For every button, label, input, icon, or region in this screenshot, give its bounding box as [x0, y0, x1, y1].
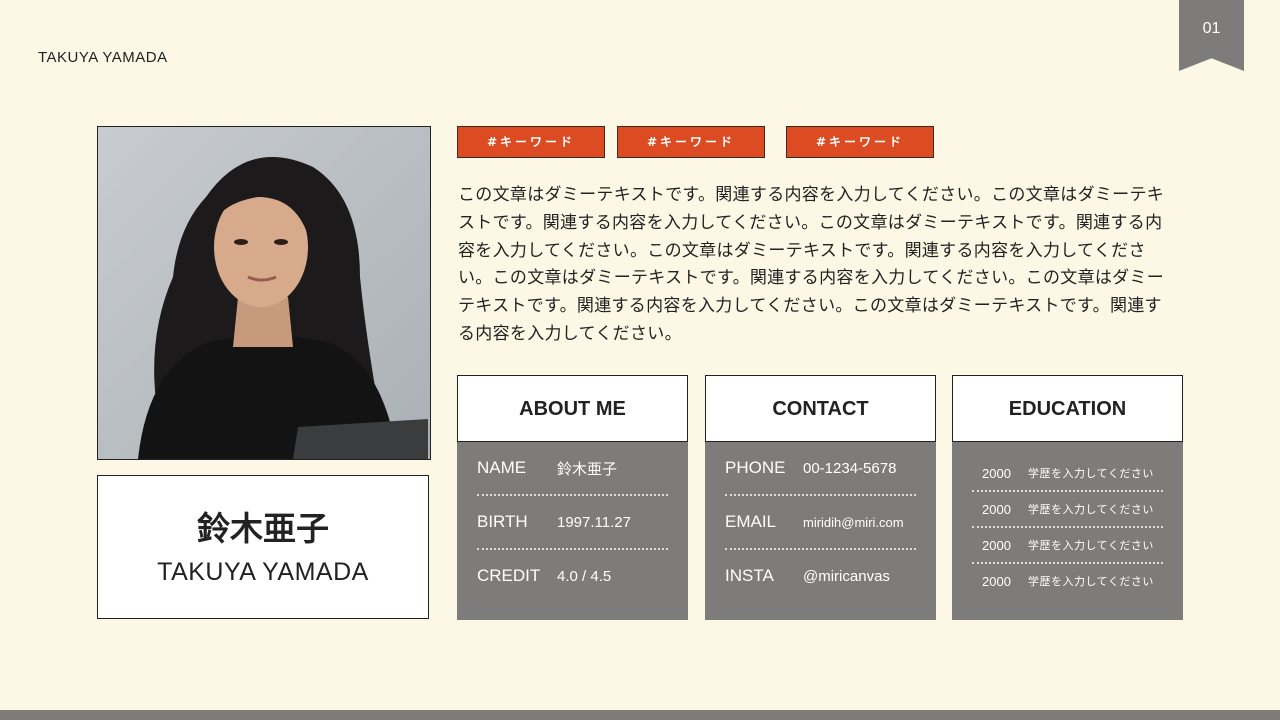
insta-value: @miricanvas	[803, 567, 890, 585]
education-year: 2000	[982, 573, 1011, 589]
about-me-title: ABOUT ME	[457, 375, 688, 442]
education-detail: 学歴を入力してください	[1028, 575, 1154, 588]
education-year: 2000	[982, 465, 1011, 481]
about-me-body: NAME 鈴木亜子 BIRTH 1997.11.27 CREDIT 4.0 / …	[457, 442, 688, 620]
description-text: この文章はダミーテキストです。関連する内容を入力してください。この文章はダミーテ…	[458, 185, 1165, 344]
education-detail: 学歴を入力してください	[1028, 503, 1154, 516]
contact-title: CONTACT	[705, 375, 936, 442]
header-name: TAKUYA YAMADA	[38, 49, 168, 66]
phone-value: 00-1234-5678	[803, 459, 897, 477]
education-row: 2000 学歴を入力してください	[972, 456, 1163, 492]
education-row: 2000 学歴を入力してください	[972, 528, 1163, 564]
row-label: PHONE	[725, 458, 786, 477]
row-value: 鈴木亜子	[557, 460, 618, 478]
row-label: EMAIL	[725, 512, 777, 531]
row-value: 4.0 / 4.5	[557, 567, 612, 585]
about-me-card: ABOUT ME NAME 鈴木亜子 BIRTH 1997.11.27 CRED…	[457, 375, 688, 620]
info-row: BIRTH 1997.11.27	[477, 496, 668, 550]
info-row: CREDIT 4.0 / 4.5	[477, 550, 668, 602]
row-label: INSTA	[725, 566, 774, 585]
education-body: 2000 学歴を入力してください 2000 学歴を入力してください 2000 学…	[952, 442, 1183, 620]
education-detail: 学歴を入力してください	[1028, 467, 1154, 480]
education-detail: 学歴を入力してください	[1028, 539, 1154, 552]
education-card: EDUCATION 2000 学歴を入力してください 2000 学歴を入力してく…	[952, 375, 1183, 620]
contact-body: PHONE 00-1234-5678 EMAIL miridih@miri.co…	[705, 442, 936, 620]
profile-photo	[97, 126, 431, 460]
info-row: PHONE 00-1234-5678	[725, 442, 916, 496]
name-japanese: 鈴木亜子	[197, 509, 329, 548]
info-row: EMAIL miridih@miri.com	[725, 496, 916, 550]
info-row: INSTA @miricanvas	[725, 550, 916, 602]
keyword-tag: #キーワード	[786, 126, 934, 158]
row-label: NAME	[477, 458, 527, 477]
name-english: TAKUYA YAMADA	[157, 558, 369, 586]
row-label: CREDIT	[477, 566, 541, 585]
page-number-tab: 01	[1179, 0, 1244, 71]
education-title: EDUCATION	[952, 375, 1183, 442]
row-label: BIRTH	[477, 512, 528, 531]
name-card: 鈴木亜子 TAKUYA YAMADA	[97, 475, 429, 619]
keyword-tag: #キーワード	[457, 126, 605, 158]
education-row: 2000 学歴を入力してください	[972, 492, 1163, 528]
row-value: 1997.11.27	[557, 513, 631, 531]
info-row: NAME 鈴木亜子	[477, 442, 668, 496]
email-value: miridih@miri.com	[803, 514, 904, 530]
portrait-illustration	[98, 127, 430, 459]
keyword-tag: #キーワード	[617, 126, 765, 158]
education-year: 2000	[982, 501, 1011, 517]
contact-card: CONTACT PHONE 00-1234-5678 EMAIL miridih…	[705, 375, 936, 620]
bottom-bar	[0, 710, 1280, 720]
education-row: 2000 学歴を入力してください	[972, 564, 1163, 598]
education-year: 2000	[982, 537, 1011, 553]
